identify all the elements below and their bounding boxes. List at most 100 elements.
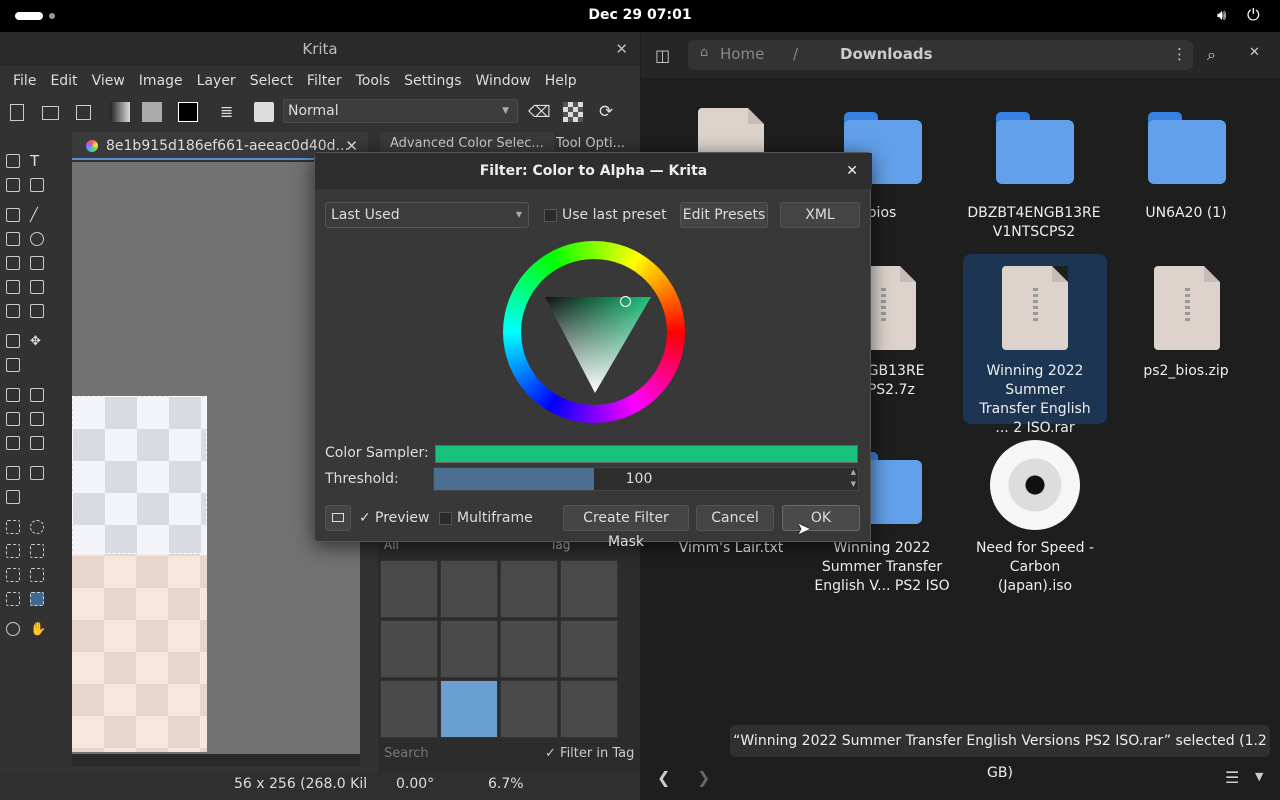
color-sampler-swatch[interactable] [435, 445, 858, 463]
brush-tool-icon[interactable] [6, 208, 20, 222]
color-picker-icon[interactable] [30, 388, 44, 402]
brush-search-input[interactable]: Search [380, 743, 540, 765]
folder-icon[interactable] [1148, 112, 1226, 184]
close-icon[interactable]: ✕ [615, 40, 628, 58]
rectangle-tool-icon[interactable] [6, 232, 20, 246]
freehand-path-icon[interactable] [30, 280, 44, 294]
brush-preset[interactable] [500, 560, 558, 618]
fill-tool-icon[interactable] [6, 436, 20, 450]
magnetic-select-icon[interactable] [30, 592, 44, 606]
ok-button[interactable]: OK [782, 505, 860, 531]
move-tool-icon[interactable]: ✥ [30, 334, 44, 349]
color-picker-handle[interactable] [620, 296, 631, 307]
crop-tool-icon[interactable] [6, 358, 20, 372]
multiframe-checkbox[interactable] [439, 512, 452, 525]
xml-button[interactable]: XML [780, 202, 860, 228]
menu-edit[interactable]: Edit [43, 68, 84, 94]
brush-preset[interactable] [560, 620, 618, 678]
line-tool-icon[interactable]: ╱ [30, 208, 44, 223]
use-last-preset-checkbox[interactable] [544, 209, 557, 222]
power-icon[interactable]: ⏻ [1247, 5, 1260, 25]
brush-preset-icon[interactable] [254, 102, 274, 122]
rect-select-icon[interactable] [6, 520, 20, 534]
more-options-icon[interactable]: ⋮ [1172, 45, 1187, 63]
pattern-icon[interactable] [142, 102, 162, 122]
breadcrumb-downloads[interactable]: Downloads [840, 45, 933, 63]
color-triangle[interactable] [543, 295, 653, 395]
transform-tool-icon[interactable] [6, 334, 20, 348]
menu-help[interactable]: Help [538, 68, 584, 94]
reference-tool-icon[interactable] [6, 490, 20, 504]
sidebar-toggle-icon[interactable]: ◫ [655, 46, 670, 65]
freehand-select-icon[interactable] [30, 544, 44, 558]
ellipse-tool-icon[interactable] [30, 232, 44, 246]
dynamic-brush-icon[interactable] [6, 304, 20, 318]
brush-preset[interactable] [560, 560, 618, 618]
enclose-fill-icon[interactable] [30, 436, 44, 450]
folder-icon[interactable] [996, 112, 1074, 184]
preset-select[interactable]: Last Used ▼ [325, 202, 529, 228]
measure-tool-icon[interactable] [30, 466, 44, 480]
save-icon[interactable] [76, 105, 91, 120]
search-icon[interactable]: ⌕ [1207, 45, 1216, 65]
brush-preset[interactable] [440, 560, 498, 618]
menu-select[interactable]: Select [243, 68, 300, 94]
zoom-tool-icon[interactable] [6, 622, 20, 636]
ellipse-select-icon[interactable] [30, 520, 44, 534]
list-view-icon[interactable]: ☰ [1225, 768, 1239, 787]
menu-file[interactable]: File [6, 68, 43, 94]
menu-view[interactable]: View [85, 68, 132, 94]
brush-preset[interactable] [380, 620, 438, 678]
colorize-mask-icon[interactable] [6, 412, 20, 426]
polygon-select-icon[interactable] [6, 544, 20, 558]
forward-icon[interactable]: ❯ [697, 768, 710, 787]
polyline-tool-icon[interactable] [30, 256, 44, 270]
brush-preset[interactable] [440, 620, 498, 678]
alpha-lock-icon[interactable] [563, 102, 583, 122]
spin-down-icon[interactable]: ▼ [851, 480, 856, 488]
spin-up-icon[interactable]: ▲ [851, 468, 856, 476]
toggle-view-button[interactable] [325, 505, 351, 531]
reload-icon[interactable]: ⟳ [599, 102, 619, 122]
brush-settings-icon[interactable]: ≣ [220, 102, 240, 122]
filter-in-tag-checkbox[interactable]: ✓ Filter in Tag [545, 743, 634, 765]
preview-checkbox[interactable]: ✓ [359, 510, 371, 526]
menu-layer[interactable]: Layer [190, 68, 243, 94]
menu-image[interactable]: Image [132, 68, 190, 94]
brush-preset[interactable] [380, 560, 438, 618]
menu-settings[interactable]: Settings [397, 68, 468, 94]
close-icon[interactable]: ✕ [1249, 45, 1260, 60]
polygon-tool-icon[interactable] [6, 256, 20, 270]
zoom-readout[interactable]: 6.7% [488, 776, 524, 792]
blend-mode-select[interactable]: Normal ▼ [283, 99, 518, 123]
text-tool-icon[interactable]: T [30, 154, 44, 169]
archive-file-icon[interactable] [1154, 266, 1220, 350]
breadcrumb-home[interactable]: Home [720, 45, 764, 63]
edit-presets-button[interactable]: Edit Presets [680, 202, 768, 228]
open-document-icon[interactable] [42, 106, 59, 120]
bezier-select-icon[interactable] [6, 592, 20, 606]
bezier-tool-icon[interactable] [6, 280, 20, 294]
menu-tools[interactable]: Tools [349, 68, 398, 94]
similar-select-icon[interactable] [30, 568, 44, 582]
cancel-button[interactable]: Cancel [696, 505, 774, 531]
archive-file-icon[interactable] [1002, 266, 1068, 350]
create-filter-mask-button[interactable]: Create Filter Mask [563, 505, 689, 550]
assistant-tool-icon[interactable] [6, 466, 20, 480]
edit-shape-icon[interactable] [6, 178, 20, 192]
canvas-hscrollbar[interactable] [72, 754, 360, 766]
brush-preset[interactable] [560, 680, 618, 738]
select-shape-icon[interactable] [6, 154, 20, 168]
brush-preset[interactable] [380, 680, 438, 738]
calligraphy-icon[interactable] [30, 178, 44, 192]
back-icon[interactable]: ❮ [657, 768, 670, 787]
smart-patch-icon[interactable] [30, 412, 44, 426]
rotation-readout[interactable]: 0.00° [396, 776, 434, 792]
new-document-icon[interactable] [10, 104, 24, 121]
disc-image-icon[interactable] [990, 440, 1080, 530]
brush-preset[interactable] [500, 620, 558, 678]
pan-tool-icon[interactable]: ✋ [30, 622, 46, 637]
gradient-tool-icon[interactable] [6, 388, 20, 402]
close-icon[interactable]: ✕ [846, 153, 858, 189]
volume-icon[interactable]: 🔊︎ [1217, 6, 1226, 24]
